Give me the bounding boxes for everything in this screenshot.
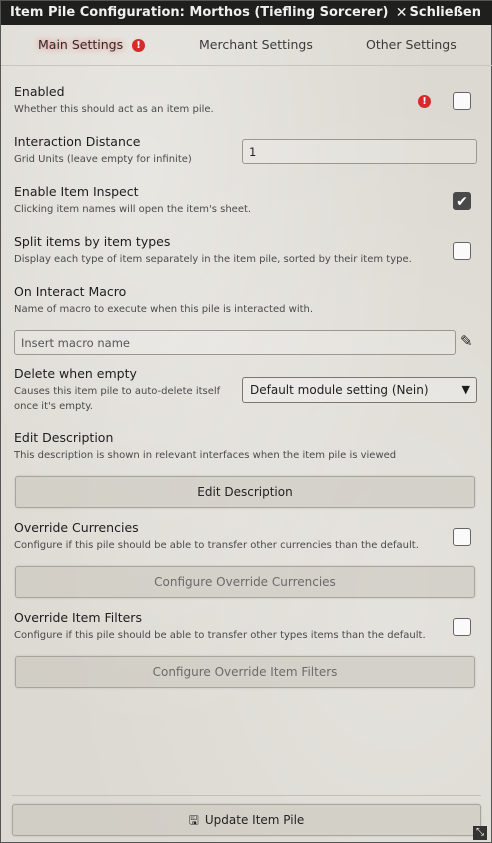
tab-merchant-settings[interactable]: Merchant Settings (199, 37, 313, 52)
update-item-pile-label: Update Item Pile (204, 813, 305, 827)
interaction-distance-hint: Grid Units (leave empty for infinite) (14, 154, 192, 165)
enabled-warning-icon: ! (418, 95, 431, 108)
configure-override-item-filters-button[interactable]: Configure Override Item Filters (15, 656, 475, 688)
override-currencies-label: Override Currencies (14, 520, 139, 535)
update-item-pile-button[interactable]: 🖫 Update Item Pile (12, 804, 481, 836)
split-items-hint: Display each type of item separately in … (14, 254, 412, 265)
save-icon: 🖫 (188, 813, 199, 827)
split-items-checkbox[interactable] (453, 242, 471, 260)
override-currencies-checkbox[interactable] (453, 528, 471, 546)
override-item-filters-label: Override Item Filters (14, 610, 142, 625)
tab-main-settings-label: Main Settings (38, 37, 124, 52)
split-items-label: Split items by item types (14, 234, 171, 249)
enabled-hint: Whether this should act as an item pile. (14, 104, 214, 115)
delete-when-empty-hint-line2: once it's empty. (14, 401, 93, 412)
enable-item-inspect-checkbox[interactable]: ✔ (453, 192, 471, 210)
item-pile-config-window: Item Pile Configuration: Morthos (Tiefli… (0, 0, 492, 843)
footer-divider (12, 795, 481, 796)
enable-item-inspect-hint: Clicking item names will open the item's… (14, 204, 252, 215)
enabled-label: Enabled (14, 84, 65, 99)
on-interact-macro-hint: Name of macro to execute when this pile … (14, 304, 314, 315)
tab-other-settings[interactable]: Other Settings (366, 37, 457, 52)
checkmark-icon: ✔ (456, 194, 468, 210)
edit-icon[interactable]: ✎ (460, 332, 473, 350)
warning-icon: ! (132, 39, 146, 52)
close-button[interactable]: ✕ Schließen (396, 5, 481, 20)
enable-item-inspect-label: Enable Item Inspect (14, 184, 139, 199)
resize-handle-icon[interactable]: ⤡ (473, 826, 487, 840)
override-currencies-hint: Configure if this pile should be able to… (14, 540, 419, 551)
on-interact-macro-label: On Interact Macro (14, 284, 127, 299)
tab-main-settings[interactable]: Main Settings ! (38, 37, 146, 52)
chevron-down-icon: ▼ (461, 383, 470, 396)
close-label: Schließen (409, 5, 481, 20)
edit-description-label: Edit Description (14, 430, 114, 445)
override-item-filters-hint: Configure if this pile should be able to… (14, 630, 426, 641)
interaction-distance-input[interactable] (242, 139, 477, 164)
macro-name-input[interactable] (14, 330, 456, 355)
configure-override-currencies-button[interactable]: Configure Override Currencies (15, 566, 475, 598)
window-title: Item Pile Configuration: Morthos (Tiefli… (10, 5, 389, 20)
delete-when-empty-select[interactable]: Default module setting (Nein) ▼ (242, 377, 477, 403)
delete-when-empty-label: Delete when empty (14, 366, 137, 381)
interaction-distance-label: Interaction Distance (14, 134, 141, 149)
window-titlebar[interactable]: Item Pile Configuration: Morthos (Tiefli… (1, 1, 492, 25)
delete-when-empty-hint-line1: Causes this item pile to auto-delete its… (14, 386, 221, 397)
delete-when-empty-selected: Default module setting (Nein) (250, 383, 429, 397)
edit-description-button[interactable]: Edit Description (15, 476, 475, 508)
edit-description-hint: This description is shown in relevant in… (14, 450, 397, 461)
close-icon: ✕ (395, 4, 408, 21)
tab-bar: Main Settings ! Merchant Settings Other … (1, 25, 492, 66)
override-item-filters-checkbox[interactable] (453, 618, 471, 636)
enabled-checkbox[interactable] (453, 92, 471, 110)
